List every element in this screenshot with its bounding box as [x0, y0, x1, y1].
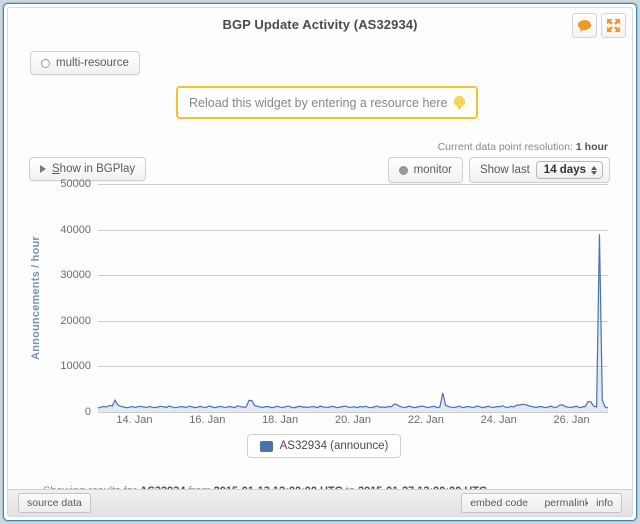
series-stroke	[98, 234, 608, 408]
x-tick-label: 22. Jan	[407, 414, 444, 426]
header-icon-group	[572, 13, 626, 38]
widget-header: BGP Update Activity (AS32934)	[8, 8, 632, 42]
x-tick-label: 20. Jan	[334, 414, 372, 426]
x-tick-label: 18. Jan	[262, 414, 299, 426]
play-icon	[40, 165, 46, 173]
multi-resource-label: multi-resource	[56, 57, 129, 69]
gridline	[98, 412, 608, 413]
comment-icon[interactable]	[572, 13, 597, 38]
range-value: 14 days	[543, 164, 586, 176]
page-title: BGP Update Activity (AS32934)	[222, 17, 418, 32]
monitor-dot-icon	[398, 165, 408, 175]
resolution-text: Current data point resolution: 1 hour	[438, 141, 608, 153]
embed-code-button[interactable]: embed code	[461, 493, 537, 513]
multi-resource-button[interactable]: multi-resource	[30, 51, 140, 75]
resource-input[interactable]	[187, 94, 452, 111]
bgplay-accesskey: S	[52, 163, 60, 175]
right-control-group: monitor Show last 14 days	[387, 157, 610, 183]
source-data-button[interactable]: source data	[18, 493, 91, 513]
y-tick-label: 40000	[60, 223, 91, 236]
bgplay-label-rest: how in BGPlay	[59, 163, 136, 175]
series-area	[98, 234, 608, 412]
widget-window: BGP Update Activity (AS32934) multi-reso…	[3, 3, 637, 521]
expand-arrows-glyph	[606, 18, 621, 33]
range-select[interactable]: 14 days	[535, 161, 603, 179]
y-axis-title-text: Announcements / hour	[30, 236, 42, 360]
plot-area: 0 10000 20000 30000 40000 50000 14. Jan 16. Ja…	[60, 178, 608, 426]
radio-icon	[41, 58, 50, 68]
show-last-label: Show last	[479, 164, 530, 176]
monitor-label: monitor	[413, 164, 452, 176]
bgplay-label: Show in BGPlay	[52, 163, 135, 175]
x-tick-label: 24. Jan	[480, 414, 517, 426]
x-tick-label: 16. Jan	[189, 414, 226, 426]
y-tick-label: 50000	[60, 178, 91, 190]
y-tick-label: 20000	[60, 314, 91, 327]
monitor-button[interactable]: monitor	[387, 157, 463, 183]
resolution-value: 1 hour	[575, 141, 608, 153]
fullscreen-icon[interactable]	[601, 13, 626, 38]
legend-swatch	[259, 440, 273, 452]
stepper-icon	[591, 165, 597, 175]
multi-resource-wrap: multi-resource	[30, 51, 140, 75]
y-tick-label: 30000	[60, 269, 91, 282]
show-last-control: Show last 14 days	[468, 157, 610, 183]
x-tick-label: 14. Jan	[116, 414, 153, 426]
globe-icon	[453, 95, 466, 110]
bottom-bar: source data embed code permalink info	[8, 489, 632, 516]
y-tick-label: 10000	[60, 360, 91, 373]
info-button[interactable]: info	[588, 493, 622, 513]
speech-bubble-glyph	[578, 19, 591, 32]
resolution-prefix: Current data point resolution:	[437, 141, 573, 153]
legend-label: AS32934 (announce)	[279, 440, 389, 452]
series-line	[98, 184, 608, 412]
resource-input-box[interactable]	[176, 86, 478, 119]
chart-area: Announcements / hour 0 10000 20000 30000 400…	[28, 178, 618, 458]
y-tick-label: 0	[84, 406, 91, 418]
widget-inner-frame: BGP Update Activity (AS32934) multi-reso…	[7, 7, 633, 517]
legend-item-as32934[interactable]: AS32934 (announce)	[246, 434, 402, 458]
chart-legend: AS32934 (announce)	[30, 434, 618, 458]
y-axis-title: Announcements / hour	[28, 184, 44, 412]
x-tick-label: 26. Jan	[553, 414, 590, 426]
